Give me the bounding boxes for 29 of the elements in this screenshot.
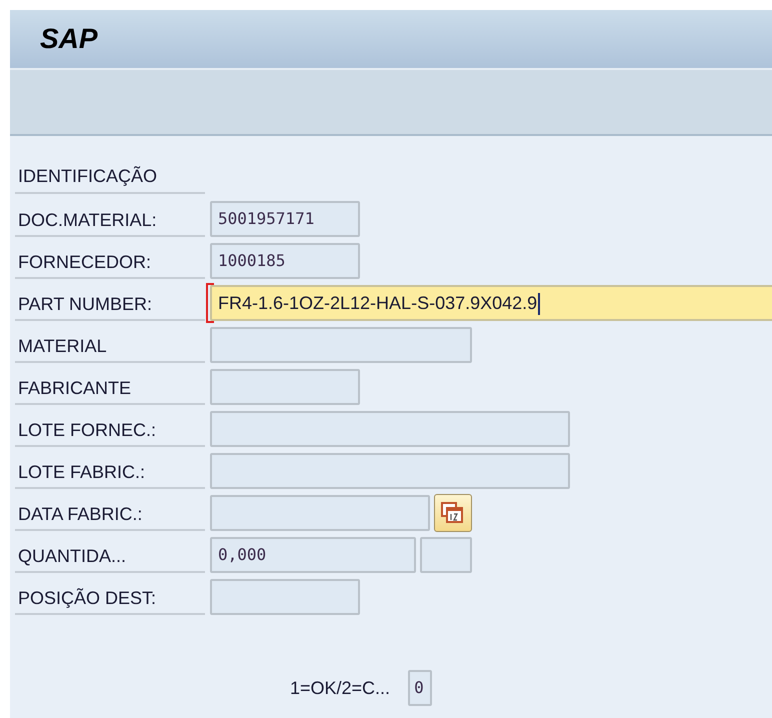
- field-label: DOC.MATERIAL:: [15, 201, 205, 237]
- input-field[interactable]: [210, 579, 360, 615]
- calendar-button[interactable]: [434, 494, 472, 532]
- field-label: FABRICANTE: [15, 369, 205, 405]
- field-label: FORNECEDOR:: [15, 243, 205, 279]
- field-label: QUANTIDA...: [15, 537, 205, 573]
- input-field[interactable]: 0,000: [210, 537, 416, 573]
- field-label: LOTE FORNEC.:: [15, 411, 205, 447]
- window-title: SAP: [40, 23, 98, 55]
- input-field[interactable]: 0: [408, 670, 432, 706]
- input-field[interactable]: [210, 411, 570, 447]
- field-label: DATA FABRIC.:: [15, 495, 205, 531]
- input-field[interactable]: [210, 495, 430, 531]
- field-label: POSIÇÃO DEST:: [15, 579, 205, 615]
- text-cursor: [538, 293, 540, 316]
- input-field[interactable]: 1000185: [210, 243, 360, 279]
- unit-field[interactable]: [420, 537, 472, 573]
- section-title: IDENTIFICAÇÃO: [15, 160, 205, 194]
- input-field[interactable]: [210, 369, 360, 405]
- input-field[interactable]: 5001957171: [210, 201, 360, 237]
- field-label: MATERIAL: [15, 327, 205, 363]
- input-field[interactable]: [210, 453, 570, 489]
- focus-marker: [206, 283, 214, 323]
- input-field[interactable]: [210, 327, 472, 363]
- calendar-icon: [441, 502, 465, 524]
- field-label: 1=OK/2=C...: [290, 678, 390, 698]
- input-field[interactable]: FR4-1.6-1OZ-2L12-HAL-S-037.9X042.9: [210, 285, 772, 321]
- field-label: PART NUMBER:: [15, 285, 205, 321]
- field-label: LOTE FABRIC.:: [15, 453, 205, 489]
